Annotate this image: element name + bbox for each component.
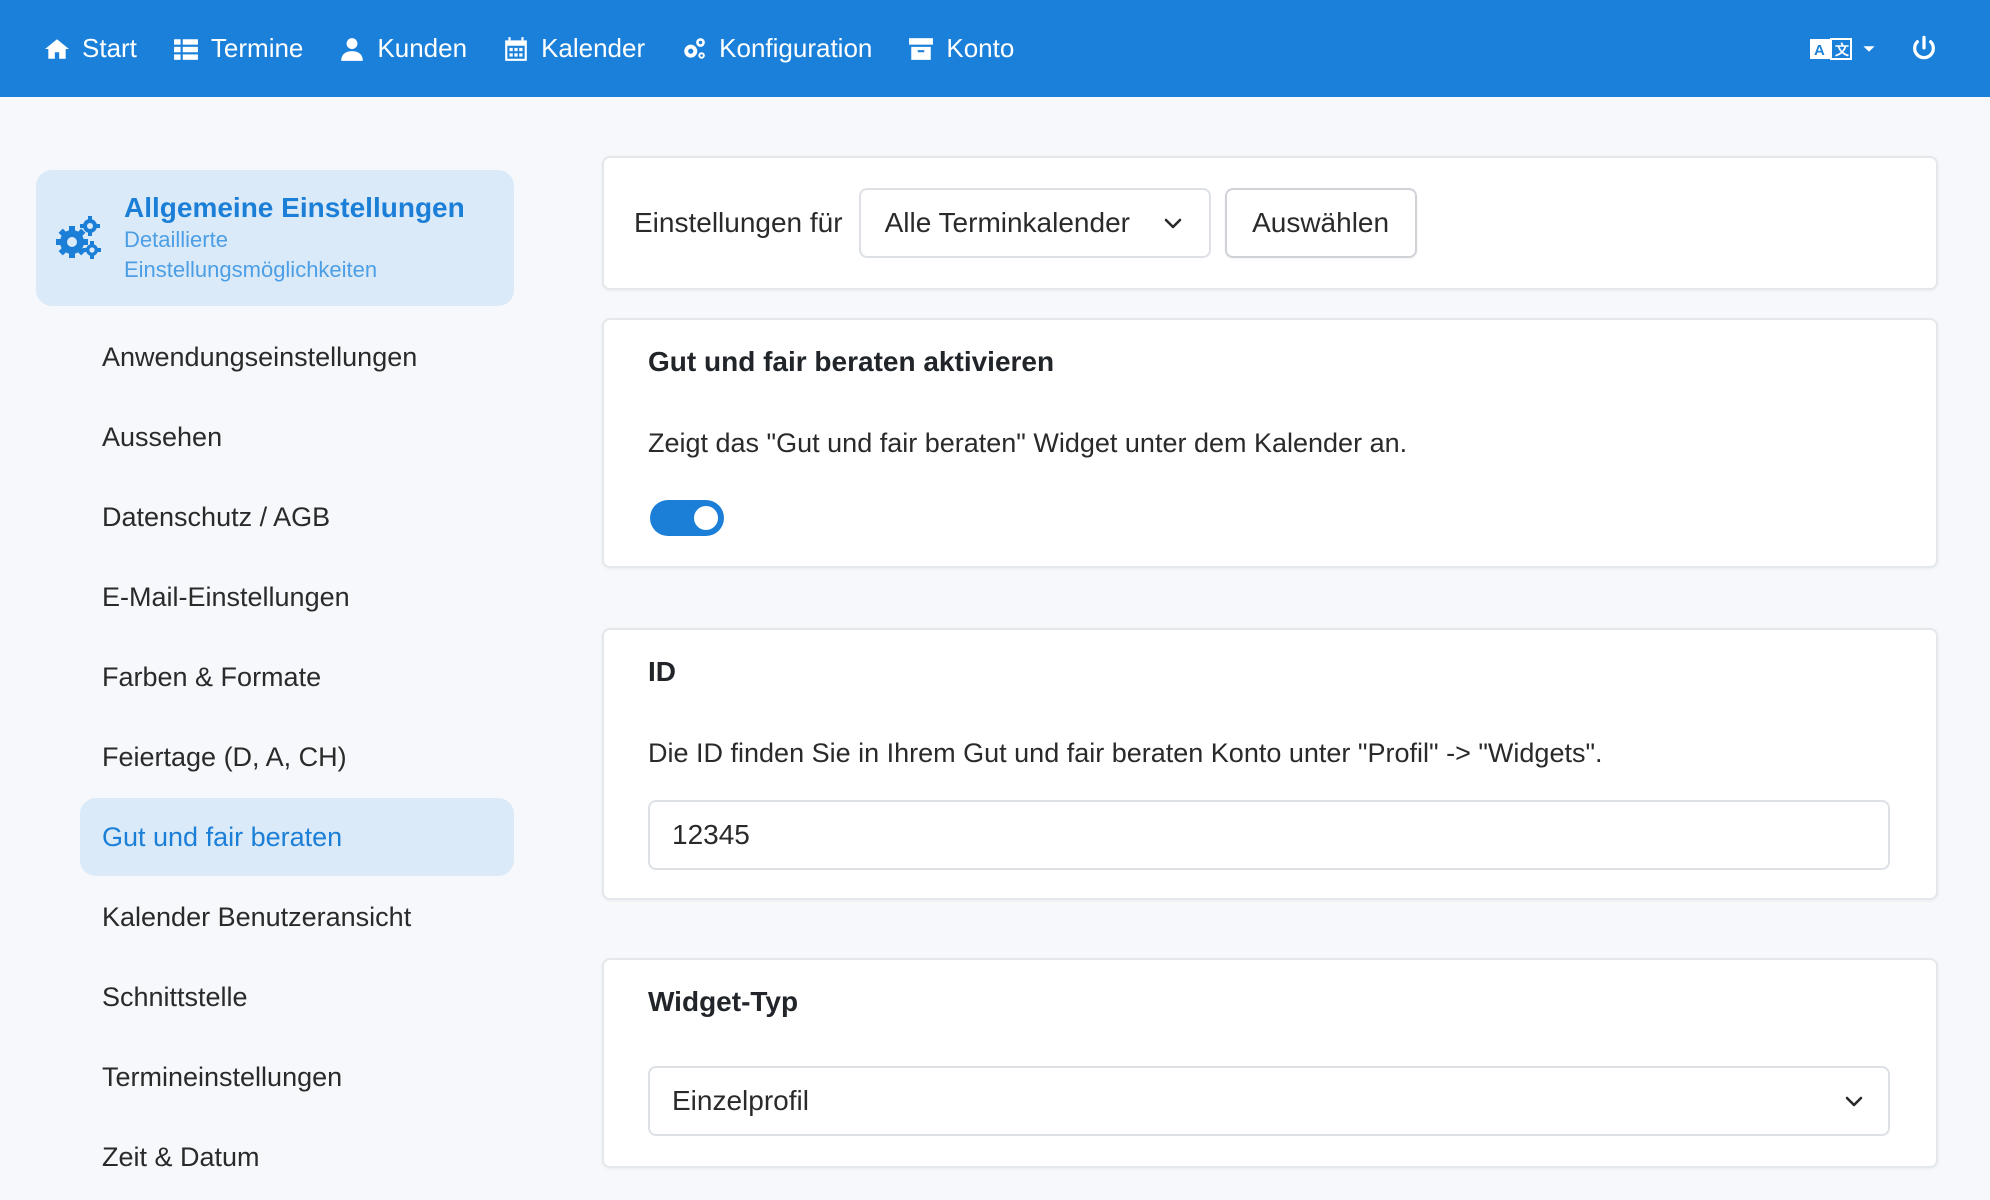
- sidebar-item-gut-und-fair-beraten[interactable]: Gut und fair beraten: [80, 798, 514, 876]
- sidebar-item-zeit-datum[interactable]: Zeit & Datum: [80, 1118, 514, 1196]
- id-description: Die ID finden Sie in Ihrem Gut und fair …: [648, 738, 1603, 768]
- toggle-knob: [694, 506, 718, 530]
- sidebar-header-subtitle: Detaillierte Einstellungsmöglichkeiten: [124, 227, 378, 282]
- archive-icon: [909, 37, 934, 60]
- sidebar-item-aussehen[interactable]: Aussehen: [80, 398, 514, 476]
- translate-icon: A 文: [1810, 37, 1852, 60]
- id-card: ID Die ID finden Sie in Ihrem Gut und fa…: [602, 628, 1938, 900]
- nav-start-label: Start: [82, 33, 137, 63]
- activate-description: Zeigt das "Gut und fair beraten" Widget …: [648, 428, 1408, 458]
- nav-kalender-label: Kalender: [541, 33, 646, 63]
- logout-button[interactable]: [1910, 35, 1938, 63]
- nav-kunden-label: Kunden: [377, 33, 468, 63]
- sidebar-item-termineinstellungen[interactable]: Termineinstellungen: [80, 1038, 514, 1116]
- navbar-right: A 文: [1810, 0, 1938, 97]
- chevron-down-icon: [1164, 218, 1181, 229]
- user-icon: [341, 37, 364, 61]
- nav-termine[interactable]: Termine: [173, 33, 303, 64]
- sidebar-header-text: Allgemeine Einstellungen Detaillierte Ei…: [124, 191, 465, 285]
- top-navbar: Start Termine Kunden Kalender Konfigurat…: [0, 0, 1990, 97]
- activate-toggle[interactable]: [650, 500, 724, 536]
- home-icon: [45, 38, 69, 59]
- nav-konfiguration[interactable]: Konfiguration: [681, 33, 872, 64]
- power-icon: [1913, 35, 1935, 59]
- sidebar-item-email-einstellungen[interactable]: E-Mail-Einstellungen: [80, 558, 514, 636]
- activate-title: Gut und fair beraten aktivieren: [648, 346, 1055, 377]
- nav-start[interactable]: Start: [44, 33, 137, 64]
- language-dropdown[interactable]: A 文: [1810, 37, 1876, 60]
- nav-konfiguration-label: Konfiguration: [719, 33, 873, 63]
- nav-kunden[interactable]: Kunden: [339, 33, 467, 64]
- sidebar-item-schnittstelle[interactable]: Schnittstelle: [80, 958, 514, 1036]
- widget-type-title: Widget-Typ: [648, 986, 799, 1017]
- gears-icon: [56, 216, 101, 259]
- widget-type-card: Widget-Typ Einzelprofil: [602, 958, 1938, 1168]
- svg-text:A: A: [1814, 42, 1825, 59]
- activate-card: Gut und fair beraten aktivieren Zeigt da…: [602, 318, 1938, 568]
- calendar-dropdown-value: Alle Terminkalender: [884, 207, 1130, 238]
- sidebar-item-anwendungseinstellungen[interactable]: Anwendungseinstellungen: [80, 318, 514, 396]
- nav-kalender[interactable]: Kalender: [503, 33, 645, 64]
- sidebar-item-farben-formate[interactable]: Farben & Formate: [80, 638, 514, 716]
- sidebar-item-datenschutz[interactable]: Datenschutz / AGB: [80, 478, 514, 556]
- gears-icon: [684, 37, 705, 59]
- id-input[interactable]: [648, 800, 1890, 870]
- nav-termine-label: Termine: [210, 33, 304, 63]
- sidebar-header[interactable]: Allgemeine Einstellungen Detaillierte Ei…: [36, 170, 514, 306]
- sidebar-item-kalender-benutzeransicht[interactable]: Kalender Benutzeransicht: [80, 878, 514, 956]
- widget-type-value: Einzelprofil: [672, 1085, 809, 1116]
- svg-text:文: 文: [1835, 42, 1850, 59]
- nav-konto-label: Konto: [946, 33, 1015, 63]
- calendar-icon: [505, 36, 527, 61]
- settings-sidebar: Allgemeine Einstellungen Detaillierte Ei…: [36, 170, 514, 1198]
- choose-button[interactable]: Auswählen: [1224, 188, 1417, 258]
- calendar-dropdown[interactable]: Alle Terminkalender: [858, 188, 1211, 258]
- list-icon: [174, 38, 198, 60]
- settings-for-card: Einstellungen für Alle Terminkalender Au…: [602, 156, 1938, 290]
- sidebar-item-feiertage[interactable]: Feiertage (D, A, CH): [80, 718, 514, 796]
- nav-konto[interactable]: Konto: [908, 33, 1014, 64]
- settings-for-label: Einstellungen für: [634, 207, 843, 238]
- widget-type-select[interactable]: Einzelprofil: [648, 1066, 1890, 1136]
- sidebar-header-title: Allgemeine Einstellungen: [124, 192, 465, 223]
- id-title: ID: [648, 656, 676, 687]
- caret-down-icon: [1863, 45, 1875, 52]
- chevron-down-icon: [1845, 1096, 1863, 1107]
- sidebar-list: Anwendungseinstellungen Aussehen Datensc…: [36, 318, 514, 1196]
